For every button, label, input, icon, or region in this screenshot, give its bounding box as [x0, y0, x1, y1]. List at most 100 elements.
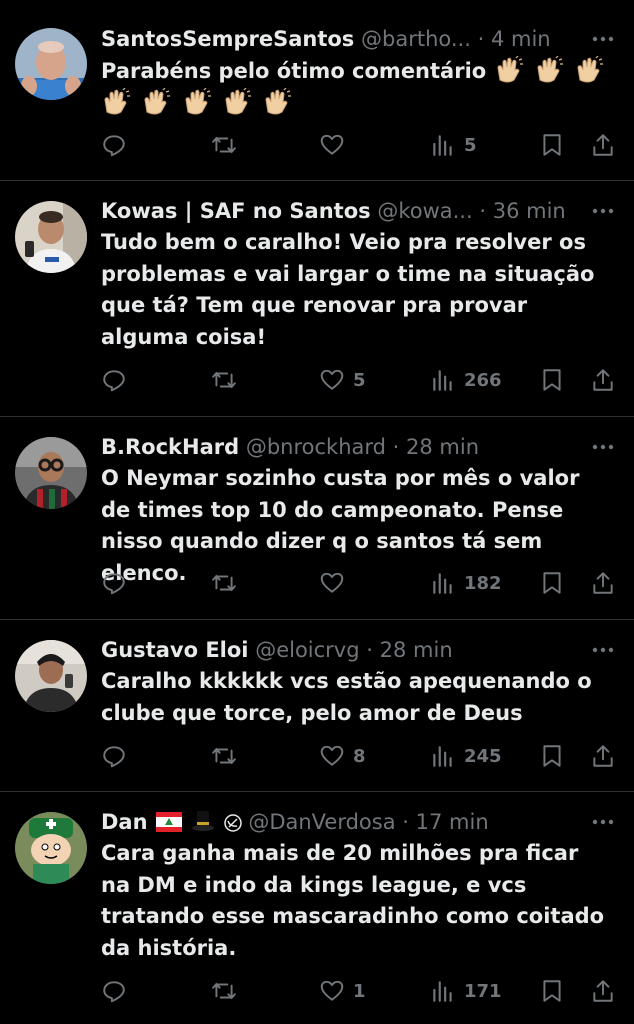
- tweet-header: Gustavo Eloi @eloicrvg · 28 min: [101, 635, 574, 665]
- reply-button[interactable]: [101, 567, 135, 599]
- bookmark-button[interactable]: [539, 975, 565, 1007]
- avatar[interactable]: [15, 28, 87, 100]
- retweet-icon: [211, 132, 237, 158]
- timestamp[interactable]: 4 min: [491, 27, 551, 51]
- tweet[interactable]: SantosSempreSantos @bartho... · 4 min Pa…: [0, 0, 634, 181]
- more-icon[interactable]: [590, 637, 616, 663]
- separator-dot: ·: [402, 810, 409, 834]
- share-button[interactable]: [590, 129, 616, 161]
- more-icon[interactable]: [590, 809, 616, 835]
- share-button[interactable]: [590, 567, 616, 599]
- views-button[interactable]: 171: [430, 975, 502, 1007]
- like-button[interactable]: [319, 567, 353, 599]
- hammer-sickle-icon: [223, 810, 242, 837]
- reply-icon: [101, 978, 127, 1004]
- avatar[interactable]: [15, 640, 87, 712]
- tweet-header: SantosSempreSantos @bartho... · 4 min: [101, 24, 574, 54]
- views-icon: [430, 570, 456, 596]
- tweet[interactable]: Gustavo Eloi @eloicrvg · 28 min Caralho …: [0, 620, 634, 792]
- avatar[interactable]: [15, 812, 87, 884]
- tweet[interactable]: B.RockHard @bnrockhard · 28 min O Neymar…: [0, 417, 634, 620]
- share-icon: [590, 570, 616, 596]
- tweet-actions: 5: [101, 129, 621, 161]
- timestamp[interactable]: 28 min: [380, 638, 453, 662]
- like-count: 8: [353, 745, 366, 767]
- tweet[interactable]: Dan @DanVerdosa · 17 min Cara ganha mais…: [0, 792, 634, 1024]
- display-name[interactable]: Dan: [101, 810, 148, 834]
- views-button[interactable]: 5: [430, 129, 477, 161]
- timestamp[interactable]: 28 min: [406, 435, 479, 459]
- share-icon: [590, 132, 616, 158]
- clap-emoji: [182, 87, 212, 116]
- like-icon: [319, 978, 345, 1004]
- share-button[interactable]: [590, 975, 616, 1007]
- retweet-icon: [211, 570, 237, 596]
- more-icon[interactable]: [590, 198, 616, 224]
- views-button[interactable]: 182: [430, 567, 502, 599]
- separator-dot: ·: [392, 435, 400, 459]
- timestamp[interactable]: 17 min: [416, 810, 489, 834]
- user-handle[interactable]: @bnrockhard: [246, 435, 386, 459]
- bookmark-button[interactable]: [539, 740, 565, 772]
- share-button[interactable]: [590, 740, 616, 772]
- clap-emoji: [494, 55, 524, 84]
- tweet-text: Cara ganha mais de 20 milhões pra ficar …: [101, 841, 605, 960]
- retweet-button[interactable]: [211, 740, 245, 772]
- tweet[interactable]: Kowas | SAF no Santos @kowa... · 36 min …: [0, 181, 634, 417]
- tweet-actions: 1 171: [101, 975, 621, 1007]
- tweet-actions: 8 245: [101, 740, 621, 772]
- more-icon[interactable]: [590, 26, 616, 52]
- views-button[interactable]: 266: [430, 364, 502, 396]
- like-button[interactable]: [319, 129, 353, 161]
- clap-emoji: [262, 87, 292, 116]
- bookmark-button[interactable]: [539, 567, 565, 599]
- timestamp[interactable]: 36 min: [493, 199, 566, 223]
- views-icon: [430, 367, 456, 393]
- bookmark-button[interactable]: [539, 364, 565, 396]
- retweet-icon: [211, 978, 237, 1004]
- reply-button[interactable]: [101, 364, 135, 396]
- more-icon[interactable]: [590, 434, 616, 460]
- reply-icon: [101, 367, 127, 393]
- display-name[interactable]: SantosSempreSantos: [101, 27, 354, 51]
- clap-emoji: [222, 87, 252, 116]
- reply-button[interactable]: [101, 975, 135, 1007]
- user-handle[interactable]: @bartho...: [361, 27, 471, 51]
- views-button[interactable]: 245: [430, 740, 502, 772]
- retweet-icon: [211, 743, 237, 769]
- like-button[interactable]: 8: [319, 740, 366, 772]
- clap-emoji: [534, 55, 564, 84]
- tweet-text-content: Parabéns pelo ótimo comentário: [101, 59, 487, 83]
- share-button[interactable]: [590, 364, 616, 396]
- like-count: 5: [353, 369, 366, 391]
- separator-dot: ·: [479, 199, 487, 223]
- like-icon: [319, 570, 345, 596]
- retweet-button[interactable]: [211, 567, 245, 599]
- tweet-text: Parabéns pelo ótimo comentário: [101, 55, 614, 119]
- user-handle[interactable]: @DanVerdosa: [248, 810, 395, 834]
- tweet-feed: SantosSempreSantos @bartho... · 4 min Pa…: [0, 0, 634, 1024]
- tweet-text: Caralho kkkkkk vcs estão apequenando o c…: [101, 669, 592, 725]
- display-name[interactable]: Kowas | SAF no Santos: [101, 199, 371, 223]
- reply-button[interactable]: [101, 129, 135, 161]
- avatar[interactable]: [15, 437, 87, 509]
- tweet-header: B.RockHard @bnrockhard · 28 min: [101, 432, 574, 462]
- retweet-button[interactable]: [211, 975, 245, 1007]
- bookmark-icon: [539, 570, 565, 596]
- like-count: 1: [353, 980, 366, 1002]
- display-name[interactable]: B.RockHard: [101, 435, 239, 459]
- separator-dot: ·: [477, 27, 485, 51]
- user-handle[interactable]: @eloicrvg: [255, 638, 359, 662]
- display-name[interactable]: Gustavo Eloi: [101, 638, 249, 662]
- avatar[interactable]: [15, 201, 87, 273]
- like-button[interactable]: 5: [319, 364, 366, 396]
- bookmark-icon: [539, 743, 565, 769]
- bookmark-button[interactable]: [539, 129, 565, 161]
- user-handle[interactable]: @kowa...: [377, 199, 472, 223]
- reply-button[interactable]: [101, 740, 135, 772]
- like-button[interactable]: 1: [319, 975, 366, 1007]
- reply-icon: [101, 132, 127, 158]
- retweet-button[interactable]: [211, 129, 245, 161]
- lebanon-flag-icon: [156, 810, 183, 837]
- retweet-button[interactable]: [211, 364, 245, 396]
